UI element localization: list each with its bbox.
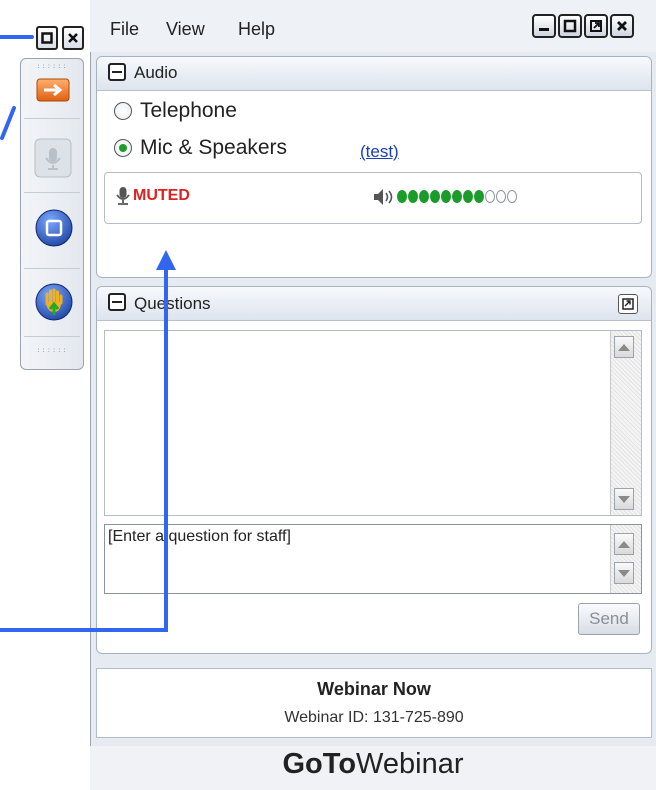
- annotation-arrow-lines: [0, 35, 168, 632]
- annotation-arrow-up: [0, 258, 168, 632]
- annotation-line-left: [0, 106, 16, 140]
- annotation-arrowhead: [156, 250, 176, 270]
- annotation-arrows: [0, 35, 176, 632]
